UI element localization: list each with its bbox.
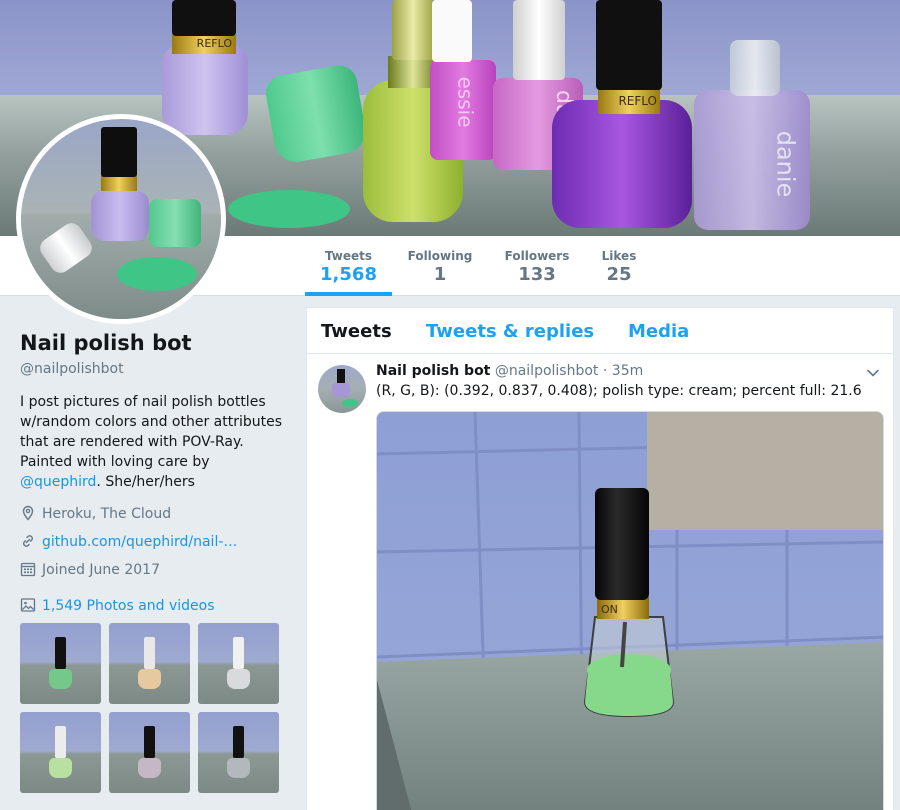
thumb-cap [144,637,155,669]
chevron-down-icon[interactable] [866,365,880,379]
banner-collar: REFLO [172,34,236,54]
tweet-avatar-spill [342,399,358,407]
stat-label: Tweets [324,249,373,263]
banner-spill [228,190,350,228]
stat-likes[interactable]: Likes 25 [590,236,648,296]
tweet-avatar-bottle [332,383,350,397]
banner-cap [432,0,472,62]
banner-brand-label: REFLO [618,94,657,108]
banner-bottle-neck [730,40,780,96]
calendar-icon [20,561,36,577]
thumb-bottle [138,758,161,778]
media-polish-body [585,670,673,716]
thumb-cap [55,726,66,758]
banner-bottle-magenta: essie [430,60,496,160]
timeline-tabs: Tweets Tweets & replies Media [307,308,893,354]
tweet-media-render: ON [377,412,883,810]
banner-bottle-green [263,62,369,166]
website-link[interactable]: github.com/quephird/nail-… [42,534,237,550]
thumb-cap [55,637,66,669]
media-cap [595,488,649,600]
location-text: Heroku, The Cloud [42,506,172,522]
banner-cap [392,0,434,60]
thumb-bottle [138,669,161,689]
banner-brand-label: REFLO [196,37,232,50]
banner-collar: REFLO [598,88,660,114]
stat-label: Followers [504,249,570,263]
media-thumbnail[interactable] [109,712,190,793]
media-thumbnail[interactable] [198,712,279,793]
stat-value: 25 [606,264,632,285]
tweet-handle[interactable]: @nailpolishbot [495,363,599,379]
tweet-author[interactable]: Nail polish bot [376,363,490,379]
stat-following[interactable]: Following 1 [400,236,480,296]
bio-text-suffix: . She/her/hers [96,474,195,490]
banner-brand-label: danie [771,130,800,198]
stat-followers[interactable]: Followers 133 [497,236,577,296]
photos-link[interactable]: 1,549 Photos and videos [42,598,215,614]
media-thumbnail[interactable] [20,712,101,793]
avatar-spill [117,257,197,291]
avatar-bottle [91,191,149,241]
media-mirror [647,412,883,530]
thumb-bottle [227,758,250,778]
profile-website: github.com/quephird/nail-… [20,532,237,552]
tweet-avatar[interactable] [318,365,366,413]
banner-cap [172,0,236,36]
tweet-avatar-cap [337,369,345,383]
bio-mention-link[interactable]: @quephird [20,474,96,490]
banner-brand-label: essie [453,76,478,128]
avatar-collar [101,175,137,191]
tab-media[interactable]: Media [628,321,689,342]
avatar-cap [101,127,137,177]
stat-tweets[interactable]: Tweets 1,568 [305,236,392,296]
tab-tweets-and-replies[interactable]: Tweets & replies [426,321,594,342]
media-collar-label: ON [601,603,618,616]
media-thumbnail[interactable] [20,623,101,704]
thumb-cap [233,637,244,669]
stat-value: 1 [433,264,447,285]
tweet-separator: · [602,363,608,379]
profile-name: Nail polish bot [20,331,192,355]
tweet[interactable]: Nail polish bot @nailpolishbot · 35m (R,… [307,355,893,810]
joined-text: Joined June 2017 [42,562,160,578]
stat-label: Likes [601,249,637,263]
tweet-header: Nail polish bot @nailpolishbot · 35m [376,363,643,379]
photos-and-videos[interactable]: 1,549 Photos and videos [20,596,215,616]
timeline: Tweets Tweets & replies Media Nail polis… [306,307,894,810]
profile-bio: I post pictures of nail polish bottles w… [20,392,288,492]
banner-cap [596,0,662,90]
profile-joined: Joined June 2017 [20,560,160,580]
banner-bottle-lilac: danie [694,90,810,230]
banner-cap [513,0,565,80]
profile-handle: @nailpolishbot [20,361,124,377]
thumb-bottle [49,669,72,689]
tweet-text: (R, G, B): (0.392, 0.837, 0.408); polish… [376,383,862,399]
tweet-media[interactable]: ON [376,411,884,810]
stat-value: 133 [518,264,556,285]
media-thumbnail[interactable] [109,623,190,704]
photo-icon [20,597,36,613]
avatar-green-bottle [149,199,201,247]
stat-label: Following [407,249,473,263]
profile-page: REFLO essie danie REFLO danie Tweets 1,5… [0,0,900,810]
tab-tweets[interactable]: Tweets [321,321,392,342]
profile-location: Heroku, The Cloud [20,504,171,524]
banner-bottle-purple [552,100,692,228]
banner-bottle-lavender [162,45,248,135]
bio-text: I post pictures of nail polish bottles w… [20,394,283,470]
location-icon [20,505,36,521]
media-thumbnail[interactable] [198,623,279,704]
link-icon [20,533,36,549]
thumb-cap [233,726,244,758]
thumb-cap [144,726,155,758]
thumb-bottle [49,758,72,778]
thumb-bottle [227,669,250,689]
profile-avatar[interactable] [16,114,226,324]
stat-value: 1,568 [320,264,377,285]
tweet-time[interactable]: 35m [612,363,643,379]
